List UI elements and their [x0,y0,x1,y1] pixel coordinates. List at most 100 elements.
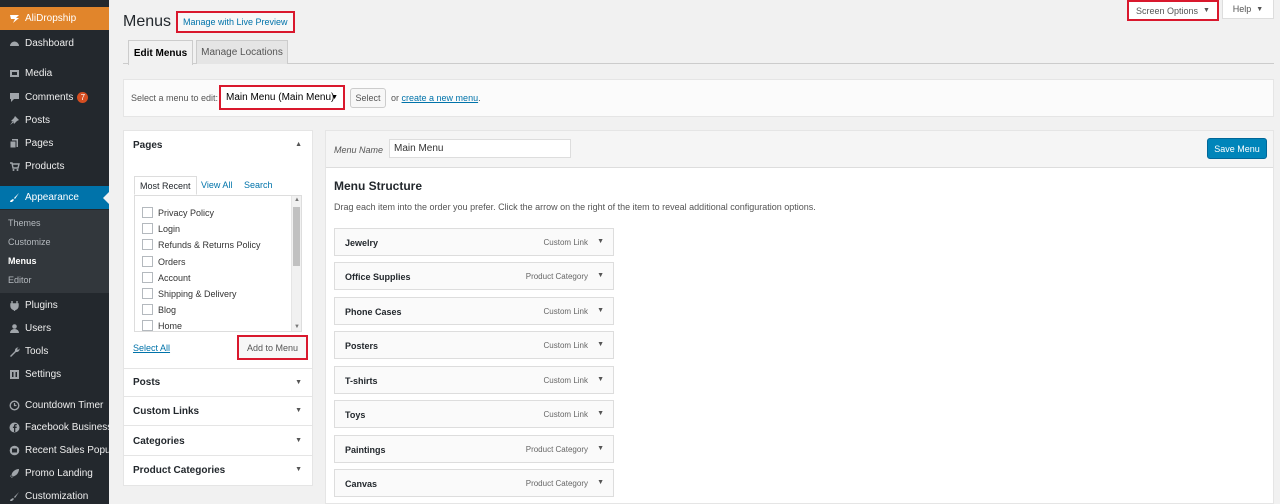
menu-select-dropdown[interactable]: Main Menu (Main Menu) ▼ [219,85,345,110]
sidebar-item-recent-sales-popup[interactable]: Recent Sales Popup [0,439,109,462]
caret-down-icon[interactable]: ▼ [597,479,604,486]
submenu-customize[interactable]: Customize [8,237,51,247]
caret-down-icon[interactable]: ▼ [597,238,604,245]
scroll-down-icon[interactable]: ▼ [294,324,300,330]
sidebar-item-tools[interactable]: Tools [0,340,109,363]
sidebar-item-dashboard[interactable]: Dashboard [0,32,109,55]
caret-down-icon[interactable]: ▼ [597,410,604,417]
submenu-menus[interactable]: Menus [8,256,37,266]
menu-structure-description: Drag each item into the order you prefer… [334,202,816,212]
sidebar-item-products[interactable]: Products [0,155,109,178]
menu-item[interactable]: Toys Custom Link ▼ [334,400,614,428]
sidebar-item-plugins[interactable]: Plugins [0,294,109,317]
list-item[interactable]: Orders [142,256,186,267]
scroll-up-icon[interactable]: ▲ [294,197,300,203]
tab-view-all[interactable]: View All [201,180,232,190]
product-categories-accordion-header[interactable]: Product Categories ▼ [124,456,312,485]
list-item[interactable]: Refunds & Returns Policy [142,239,261,250]
sidebar-item-facebook-business[interactable]: Facebook Business [0,416,109,439]
caret-down-icon: ▼ [295,437,302,444]
page-label: Privacy Policy [158,207,215,218]
tab-most-recent[interactable]: Most Recent [134,176,197,195]
menu-name-input[interactable] [389,139,571,158]
appearance-submenu: Themes Customize Menus Editor [0,210,109,293]
tab-search[interactable]: Search [244,180,273,190]
menu-item[interactable]: Posters Custom Link ▼ [334,331,614,359]
sidebar-item-posts[interactable]: Posts [0,109,109,132]
menu-item[interactable]: Jewelry Custom Link ▼ [334,228,614,256]
sidebar-item-comments[interactable]: Comments 7 [0,86,109,109]
caret-down-icon: ▼ [295,379,302,386]
checkbox[interactable] [142,207,153,218]
pages-accordion-header[interactable]: Pages ▲ [124,131,312,160]
checkbox[interactable] [142,256,153,267]
add-to-menu-label: Add to Menu [246,342,299,353]
submenu-themes[interactable]: Themes [8,218,41,228]
sidebar-item-appearance[interactable]: Appearance [0,186,109,209]
sidebar-item-label: Dashboard [25,38,74,49]
tab-manage-locations[interactable]: Manage Locations [196,40,288,64]
submenu-editor[interactable]: Editor [8,275,32,285]
rocket-icon [8,468,20,480]
menu-item[interactable]: T-shirts Custom Link ▼ [334,366,614,394]
live-preview-button[interactable]: Manage with Live Preview [176,11,295,33]
checkbox[interactable] [142,272,153,283]
caret-down-icon[interactable]: ▼ [597,307,604,314]
create-new-menu-link[interactable]: create a new menu [402,93,479,103]
sidebar-item-countdown-timer[interactable]: Countdown Timer [0,394,109,417]
menu-item[interactable]: Phone Cases Custom Link ▼ [334,297,614,325]
checkbox[interactable] [142,304,153,315]
facebook-icon [8,422,20,434]
list-item[interactable]: Shipping & Delivery [142,288,237,299]
select-all-link[interactable]: Select All [133,343,170,353]
alidropship-icon [8,13,20,25]
list-item[interactable]: Account [142,272,191,283]
scrollbar[interactable]: ▲ ▼ [291,196,301,331]
list-item[interactable]: Privacy Policy [142,207,214,218]
menu-item-title: Canvas [345,479,378,489]
list-item[interactable]: Home [142,320,182,331]
sidebar-item-users[interactable]: Users [0,317,109,340]
caret-down-icon[interactable]: ▼ [597,341,604,348]
menu-item[interactable]: Canvas Product Category ▼ [334,469,614,497]
caret-down-icon[interactable]: ▼ [597,376,604,383]
sidebar-item-alidropship[interactable]: AliDropship [0,7,109,30]
customization-icon [8,491,20,503]
menu-header: Menu Name Save Menu [326,131,1273,168]
scrollbar-thumb[interactable] [293,207,300,266]
caret-down-icon[interactable]: ▼ [597,272,604,279]
users-icon [8,323,20,335]
menu-item[interactable]: Office Supplies Product Category ▼ [334,262,614,290]
checkbox[interactable] [142,223,153,234]
add-to-menu-button[interactable]: Add to Menu [237,335,308,360]
categories-accordion-header[interactable]: Categories ▼ [124,427,312,456]
page-label: Login [158,223,181,234]
save-menu-button[interactable]: Save Menu [1207,138,1267,159]
checkbox[interactable] [142,239,153,250]
sidebar-item-label: Users [25,323,52,334]
select-button[interactable]: Select [350,88,386,108]
manage-menus-bar: Select a menu to edit: Main Menu (Main M… [123,79,1274,117]
sidebar-item-customization[interactable]: Customization [0,485,109,504]
menu-item-type: Product Category [525,272,588,281]
pages-tabs: Most Recent View All Search [134,176,302,195]
checkbox[interactable] [142,288,153,299]
checkbox[interactable] [142,320,153,331]
caret-down-icon[interactable]: ▼ [597,445,604,452]
posts-accordion-header[interactable]: Posts ▼ [124,368,312,397]
help-button[interactable]: Help ▼ [1222,0,1274,19]
live-preview-label: Manage with Live Preview [183,17,288,27]
clock-icon [8,400,20,412]
sidebar-item-settings[interactable]: Settings [0,363,109,386]
list-item[interactable]: Login [142,223,180,234]
sidebar-item-pages[interactable]: Pages [0,132,109,155]
sidebar-item-label: Pages [25,138,54,149]
sidebar-item-promo-landing[interactable]: Promo Landing [0,462,109,485]
sidebar-item-media[interactable]: Media [0,62,109,85]
screen-options-button[interactable]: Screen Options ▼ [1127,0,1219,21]
menu-name-label: Menu Name [334,145,384,155]
custom-links-accordion-header[interactable]: Custom Links ▼ [124,397,312,426]
list-item[interactable]: Blog [142,304,176,315]
menu-item[interactable]: Paintings Product Category ▼ [334,435,614,463]
tab-edit-menus[interactable]: Edit Menus [128,40,193,65]
